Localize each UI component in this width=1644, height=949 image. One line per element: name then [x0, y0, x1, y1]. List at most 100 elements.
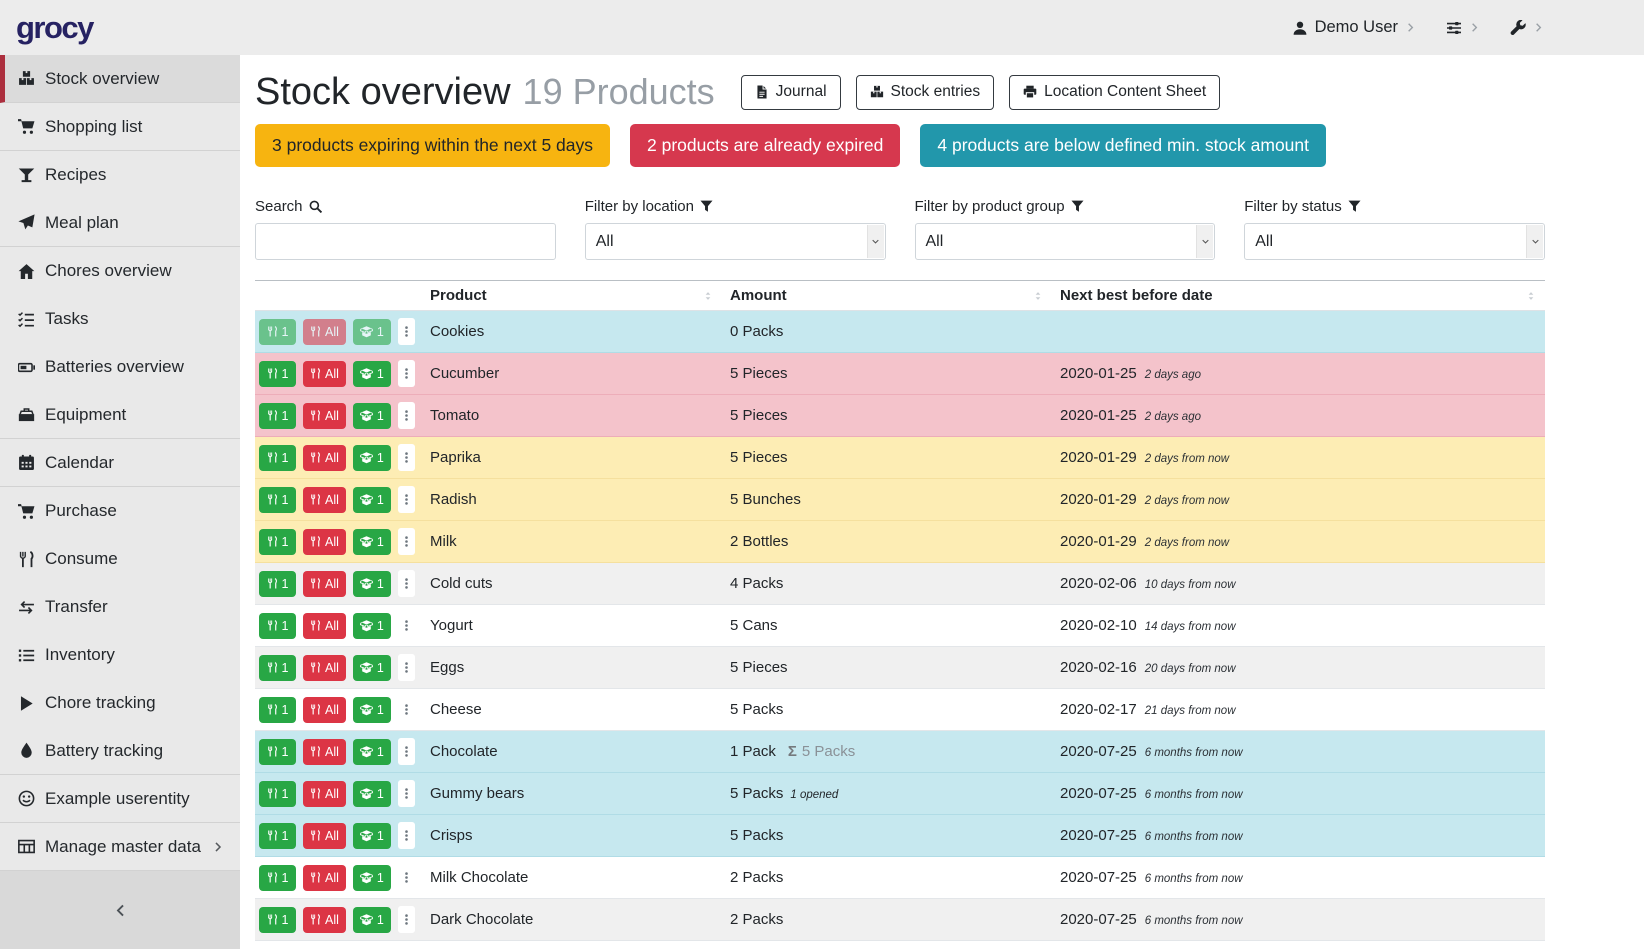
row-menu-button[interactable] — [398, 906, 415, 933]
open-one-button[interactable]: 1 — [353, 487, 391, 513]
open-one-button[interactable]: 1 — [353, 445, 391, 471]
sidebar-item-calendar[interactable]: Calendar — [0, 439, 240, 487]
location-content-sheet-button[interactable]: Location Content Sheet — [1009, 75, 1220, 110]
row-menu-button[interactable] — [398, 864, 415, 891]
consume-all-button[interactable]: All — [303, 697, 346, 723]
sidebar-item-label: Inventory — [45, 645, 115, 665]
consume-one-button[interactable]: 1 — [259, 487, 296, 513]
sidebar-item-consume[interactable]: Consume — [0, 535, 240, 583]
sidebar-item-transfer[interactable]: Transfer — [0, 583, 240, 631]
journal-button[interactable]: Journal — [741, 75, 841, 110]
stock-entries-button[interactable]: Stock entries — [856, 75, 995, 110]
open-one-button[interactable]: 1 — [353, 697, 391, 723]
row-menu-button[interactable] — [398, 528, 415, 555]
consume-one-button[interactable]: 1 — [259, 613, 296, 639]
row-menu-button[interactable] — [398, 612, 415, 639]
sidebar-item-purchase[interactable]: Purchase — [0, 487, 240, 535]
consume-one-button[interactable]: 1 — [259, 907, 296, 933]
consume-all-button[interactable]: All — [303, 865, 346, 891]
sidebar-item-stock-overview[interactable]: Stock overview — [0, 55, 240, 103]
search-input[interactable] — [255, 223, 556, 260]
consume-all-button[interactable]: All — [303, 445, 346, 471]
consume-all-button[interactable]: All — [303, 487, 346, 513]
product-amount: 5 Cans — [722, 617, 1052, 634]
sidebar-item-shopping-list[interactable]: Shopping list — [0, 103, 240, 151]
consume-all-button[interactable]: All — [303, 739, 346, 765]
user-menu[interactable]: Demo User — [1292, 18, 1416, 37]
sidebar-item-manage-master-data[interactable]: Manage master data — [0, 823, 240, 871]
consume-one-button[interactable]: 1 — [259, 319, 296, 345]
consume-all-button[interactable]: All — [303, 319, 346, 345]
row-menu-button[interactable] — [398, 780, 415, 807]
sidebar-item-battery-tracking[interactable]: Battery tracking — [0, 727, 240, 775]
consume-all-button[interactable]: All — [303, 823, 346, 849]
app-logo[interactable]: grocy — [16, 10, 93, 46]
ellipsis-v-icon — [400, 535, 413, 548]
consume-one-button[interactable]: 1 — [259, 781, 296, 807]
sidebar-item-recipes[interactable]: Recipes — [0, 151, 240, 199]
sidebar-item-example-userentity[interactable]: Example userentity — [0, 775, 240, 823]
consume-all-button[interactable]: All — [303, 613, 346, 639]
sidebar-item-tasks[interactable]: Tasks — [0, 295, 240, 343]
open-one-button[interactable]: 1 — [353, 361, 391, 387]
row-menu-button[interactable] — [398, 486, 415, 513]
column-header-product[interactable]: Product — [422, 281, 722, 310]
sidebar-item-equipment[interactable]: Equipment — [0, 391, 240, 439]
consume-all-button[interactable]: All — [303, 655, 346, 681]
open-one-button[interactable]: 1 — [353, 571, 391, 597]
open-one-button[interactable]: 1 — [353, 529, 391, 555]
sidebar-item-chore-tracking[interactable]: Chore tracking — [0, 679, 240, 727]
open-one-button[interactable]: 1 — [353, 781, 391, 807]
open-one-button[interactable]: 1 — [353, 655, 391, 681]
filter-by-location-select[interactable]: All — [585, 223, 886, 260]
consume-one-button[interactable]: 1 — [259, 445, 296, 471]
filter-by-product-group-select[interactable]: All — [915, 223, 1216, 260]
row-menu-button[interactable] — [398, 570, 415, 597]
alert-expiring[interactable]: 3 products expiring within the next 5 da… — [255, 124, 610, 167]
open-one-button[interactable]: 1 — [353, 613, 391, 639]
consume-one-button[interactable]: 1 — [259, 361, 296, 387]
product-amount: 1 PackΣ5 Packs — [722, 743, 1052, 760]
row-menu-button[interactable] — [398, 360, 415, 387]
open-one-button[interactable]: 1 — [353, 865, 391, 891]
filter-by-status-select[interactable]: All — [1244, 223, 1545, 260]
consume-one-button[interactable]: 1 — [259, 403, 296, 429]
consume-one-button[interactable]: 1 — [259, 865, 296, 891]
row-menu-button[interactable] — [398, 444, 415, 471]
consume-one-button[interactable]: 1 — [259, 739, 296, 765]
alert-expired[interactable]: 2 products are already expired — [630, 124, 900, 167]
consume-one-button[interactable]: 1 — [259, 571, 296, 597]
open-one-button[interactable]: 1 — [353, 319, 391, 345]
row-menu-button[interactable] — [398, 654, 415, 681]
row-menu-button[interactable] — [398, 402, 415, 429]
consume-all-button[interactable]: All — [303, 361, 346, 387]
column-header-next-best-before-date[interactable]: Next best before date — [1052, 281, 1545, 310]
open-one-button[interactable]: 1 — [353, 823, 391, 849]
open-one-button[interactable]: 1 — [353, 739, 391, 765]
open-one-button[interactable]: 1 — [353, 907, 391, 933]
row-menu-button[interactable] — [398, 318, 415, 345]
row-menu-button[interactable] — [398, 822, 415, 849]
consume-all-button[interactable]: All — [303, 529, 346, 555]
alert-below-min[interactable]: 4 products are below defined min. stock … — [920, 124, 1326, 167]
sidebar-item-inventory[interactable]: Inventory — [0, 631, 240, 679]
sidebar-item-chores-overview[interactable]: Chores overview — [0, 247, 240, 295]
sidebar-item-batteries-overview[interactable]: Batteries overview — [0, 343, 240, 391]
settings-menu[interactable] — [1446, 20, 1480, 36]
row-menu-button[interactable] — [398, 738, 415, 765]
consume-one-button[interactable]: 1 — [259, 655, 296, 681]
consume-all-button[interactable]: All — [303, 907, 346, 933]
consume-one-button[interactable]: 1 — [259, 529, 296, 555]
column-header-amount[interactable]: Amount — [722, 281, 1052, 310]
consume-one-button[interactable]: 1 — [259, 823, 296, 849]
open-one-button[interactable]: 1 — [353, 403, 391, 429]
consume-all-button[interactable]: All — [303, 781, 346, 807]
consume-all-button[interactable]: All — [303, 403, 346, 429]
consume-one-button[interactable]: 1 — [259, 697, 296, 723]
sidebar-collapse-button[interactable] — [0, 871, 240, 949]
consume-all-button[interactable]: All — [303, 571, 346, 597]
sidebar-item-meal-plan[interactable]: Meal plan — [0, 199, 240, 247]
row-menu-button[interactable] — [398, 696, 415, 723]
admin-menu[interactable] — [1510, 20, 1544, 36]
product-amount: 2 Packs — [722, 869, 1052, 886]
